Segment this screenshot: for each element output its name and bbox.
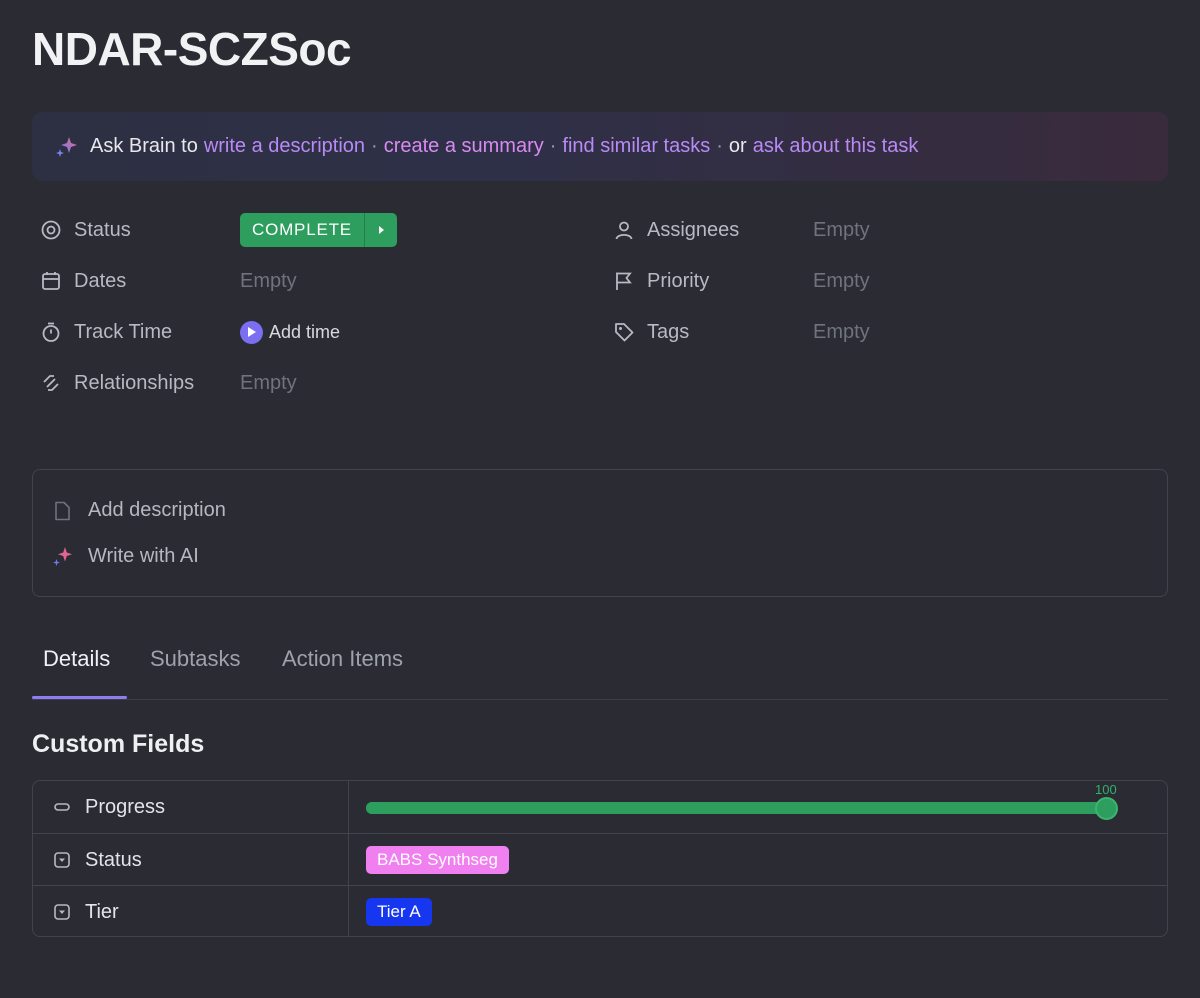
progress-value: 100 — [1095, 782, 1117, 797]
field-name: Progress — [53, 781, 165, 833]
relationships-icon — [43, 375, 59, 391]
next-status-arrow-icon[interactable] — [363, 213, 397, 247]
calendar-icon — [42, 272, 60, 290]
tab-action-items[interactable]: Action Items — [282, 646, 403, 672]
custom-fields-table: Progress 100 Status BABS Synthseg Tier T… — [32, 780, 1168, 937]
property-relationships: Relationships — [40, 363, 194, 403]
status-icon — [41, 220, 61, 240]
property-label: Track Time — [40, 321, 172, 344]
or-text: or — [728, 135, 747, 157]
custom-fields-title: Custom Fields — [32, 730, 205, 758]
custom-field-status: Status BABS Synthseg — [33, 833, 1167, 885]
write-with-ai-button[interactable]: Write with AI — [51, 545, 199, 568]
description-box[interactable]: Add description Write with AI — [32, 469, 1168, 597]
progress-bar-fill — [366, 802, 1106, 814]
dropdown-field-icon — [54, 852, 70, 868]
sparkle-icon — [56, 136, 77, 157]
property-label: Relationships — [40, 372, 194, 395]
add-description-button[interactable]: Add description — [51, 499, 226, 522]
flag-icon — [616, 272, 632, 290]
task-title[interactable]: NDAR-SCZSoc — [32, 22, 352, 76]
status-complete-button[interactable]: COMPLETE — [240, 213, 397, 247]
write-description-link[interactable]: write a description — [204, 135, 365, 158]
property-track-time: Track Time — [40, 312, 172, 352]
property-dates: Dates — [40, 261, 126, 301]
property-priority: Priority — [613, 261, 709, 301]
add-time-button[interactable]: Add time — [240, 320, 340, 344]
dates-value[interactable]: Empty — [240, 261, 297, 301]
user-icon — [615, 221, 633, 240]
custom-field-progress: Progress 100 — [33, 781, 1167, 833]
play-icon — [240, 320, 263, 344]
progress-bar-track[interactable] — [366, 802, 1106, 814]
relationships-value[interactable]: Empty — [240, 363, 297, 403]
field-name: Tier — [53, 886, 119, 936]
create-summary-link[interactable]: create a summary — [384, 135, 544, 158]
status-chip[interactable]: BABS Synthseg — [366, 846, 509, 874]
ask-brain-prefix: Ask Brain to — [90, 135, 198, 157]
field-name: Status — [53, 834, 142, 886]
tier-chip[interactable]: Tier A — [366, 898, 432, 926]
property-assignees: Assignees — [613, 210, 739, 250]
active-tab-indicator — [32, 696, 127, 699]
tag-icon — [615, 323, 634, 342]
field-value[interactable]: Tier A — [366, 886, 432, 936]
property-label: Priority — [613, 270, 709, 293]
find-similar-tasks-link[interactable]: find similar tasks — [562, 135, 710, 158]
custom-field-tier: Tier Tier A — [33, 885, 1167, 936]
task-tabs: Details Subtasks Action Items — [32, 632, 1168, 700]
priority-value[interactable]: Empty — [813, 261, 870, 301]
property-label: Tags — [613, 321, 689, 344]
field-value[interactable]: BABS Synthseg — [366, 834, 509, 886]
property-label: Status — [40, 219, 131, 242]
document-icon — [55, 501, 70, 520]
track-time-value: Add time — [240, 312, 340, 352]
separator: · — [549, 135, 557, 157]
separator: · — [716, 135, 723, 157]
tab-details[interactable]: Details — [43, 646, 110, 672]
dropdown-field-icon — [54, 904, 70, 920]
tags-value[interactable]: Empty — [813, 312, 870, 352]
property-label: Dates — [40, 270, 126, 293]
status-value: COMPLETE — [240, 210, 397, 250]
sparkle-icon — [53, 546, 72, 566]
property-status: Status — [40, 210, 131, 250]
tab-subtasks[interactable]: Subtasks — [150, 646, 241, 672]
property-tags: Tags — [613, 312, 689, 352]
ask-about-task-link[interactable]: ask about this task — [753, 135, 919, 158]
progress-icon — [54, 803, 70, 811]
stopwatch-icon — [42, 322, 60, 342]
assignees-value[interactable]: Empty — [813, 210, 870, 250]
status-button-label: COMPLETE — [252, 220, 352, 239]
ask-brain-banner: Ask Brain to write a description · creat… — [32, 112, 1168, 181]
progress-slider-handle[interactable] — [1094, 797, 1118, 820]
property-label: Assignees — [613, 219, 739, 242]
separator: · — [371, 135, 378, 157]
